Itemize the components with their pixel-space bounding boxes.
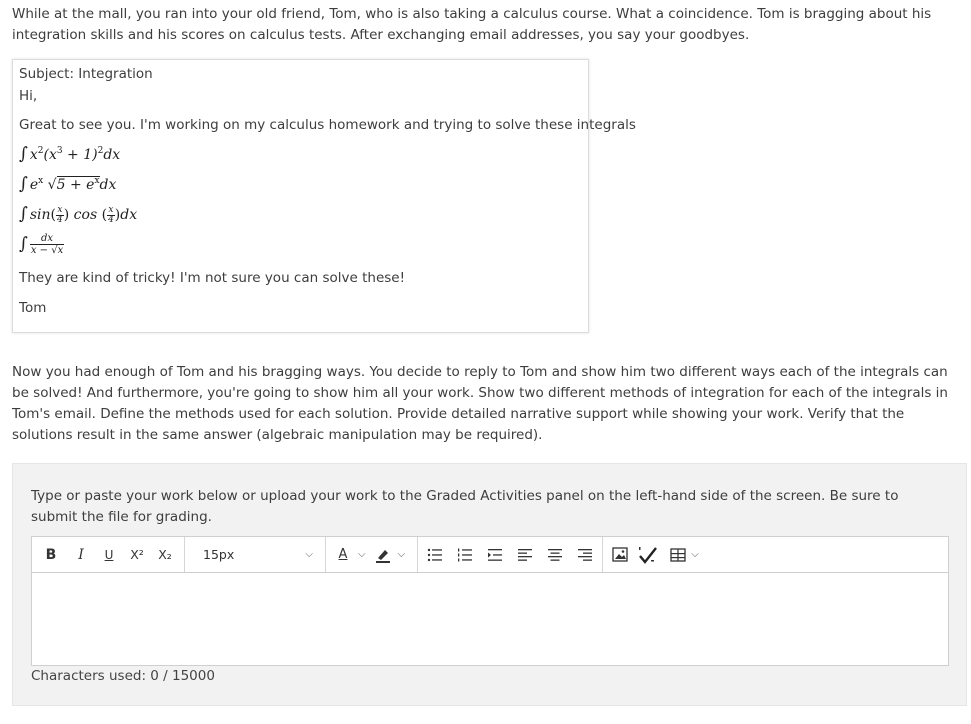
chevron-down-icon[interactable]: ⌵ bbox=[398, 549, 406, 560]
email-intro: Great to see you. I'm working on my calc… bbox=[19, 117, 636, 133]
email-closing-line: They are kind of tricky! I'm not sure yo… bbox=[19, 270, 405, 286]
chevron-down-icon[interactable]: ⌵ bbox=[691, 549, 699, 560]
email-greeting: Hi, bbox=[19, 88, 38, 104]
font-color-icon[interactable]: A bbox=[332, 543, 354, 567]
email-subject: Subject: Integration bbox=[19, 66, 153, 82]
chevron-down-icon: ⌵ bbox=[305, 549, 313, 560]
rich-text-editor: B I U X² X₂ 15px ⌵ A ⌵ ⌵ ⌵ bbox=[31, 536, 949, 666]
italic-icon[interactable]: I bbox=[70, 543, 92, 567]
email-box: Subject: Integration Hi, Great to see yo… bbox=[12, 59, 636, 333]
chevron-down-icon[interactable]: ⌵ bbox=[358, 549, 366, 560]
character-counter: Characters used: 0 / 15000 bbox=[31, 668, 215, 684]
task-paragraph: Now you had enough of Tom and his braggi… bbox=[12, 364, 948, 443]
integral-3: ∫ sin(x 4) cos (x 4)dx bbox=[19, 204, 138, 225]
email-signature: Tom bbox=[19, 300, 47, 316]
underline-icon[interactable]: U bbox=[98, 543, 120, 567]
indent-icon[interactable] bbox=[484, 543, 506, 567]
toolbar-divider bbox=[417, 537, 419, 572]
integral-1: ∫ x2(x3 + 1)2dx bbox=[19, 144, 121, 164]
font-size-value: 15px bbox=[203, 547, 235, 562]
integral-sign: ∫ bbox=[19, 204, 28, 224]
toolbar-divider bbox=[184, 537, 185, 572]
toolbar-divider bbox=[325, 537, 326, 572]
integral-sign: ∫ bbox=[19, 233, 28, 254]
intro-paragraph: While at the mall, you ran into your old… bbox=[12, 6, 932, 43]
integral-sign: ∫ bbox=[19, 174, 28, 194]
align-right-icon[interactable] bbox=[574, 543, 596, 567]
highlight-icon[interactable] bbox=[372, 543, 394, 567]
numbered-list-icon[interactable] bbox=[454, 543, 476, 567]
answer-instructions: Type or paste your work below or upload … bbox=[31, 488, 899, 525]
image-icon[interactable] bbox=[609, 543, 631, 567]
answer-panel: Type or paste your work below or upload … bbox=[12, 463, 967, 706]
bulleted-list-icon[interactable] bbox=[424, 543, 446, 567]
superscript-icon[interactable]: X² bbox=[126, 543, 148, 567]
font-size-select[interactable]: 15px ⌵ bbox=[191, 543, 319, 567]
integral-sign: ∫ bbox=[19, 144, 28, 164]
integral-2: ∫ ex √5 + exdx bbox=[19, 174, 117, 194]
align-center-icon[interactable] bbox=[544, 543, 566, 567]
toolbar-divider bbox=[602, 537, 604, 572]
subscript-icon[interactable]: X₂ bbox=[154, 543, 176, 567]
bold-icon[interactable]: B bbox=[40, 543, 62, 567]
editor-toolbar: B I U X² X₂ 15px ⌵ A ⌵ ⌵ ⌵ bbox=[32, 537, 948, 573]
editor-content-area[interactable] bbox=[32, 573, 948, 665]
integral-4: ∫ dx x − √x bbox=[19, 233, 65, 256]
spellcheck-icon[interactable] bbox=[637, 543, 659, 567]
align-left-icon[interactable] bbox=[514, 543, 536, 567]
table-icon[interactable] bbox=[667, 543, 689, 567]
